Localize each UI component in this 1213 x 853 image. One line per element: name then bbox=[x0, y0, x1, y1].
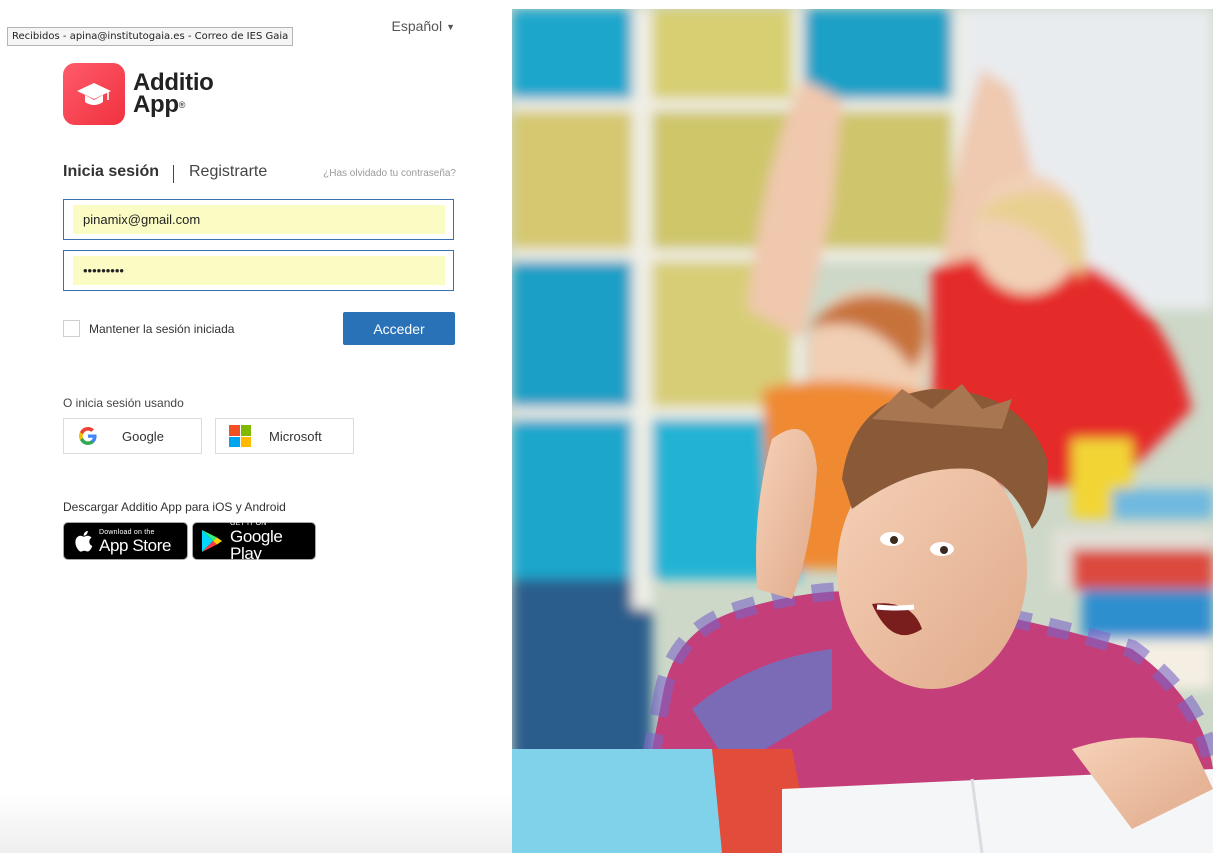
app-name-line2: App bbox=[133, 91, 179, 118]
social-login-heading: O inicia sesión usando bbox=[63, 396, 184, 410]
google-login-button[interactable]: Google bbox=[63, 418, 202, 454]
googleplay-big-text: Google Play bbox=[230, 527, 283, 563]
google-icon bbox=[76, 424, 100, 448]
download-heading: Descargar Additio App para iOS y Android bbox=[63, 500, 286, 514]
appstore-small-text: Download on the bbox=[99, 528, 155, 536]
language-selector[interactable]: Español ▼ bbox=[391, 18, 455, 34]
password-field[interactable] bbox=[73, 256, 445, 285]
remember-label: Mantener la sesión iniciada bbox=[89, 321, 235, 336]
classroom-illustration bbox=[512, 9, 1213, 853]
classroom-photo bbox=[512, 9, 1213, 853]
googleplay-small-text: GET IT ON bbox=[230, 520, 267, 527]
language-label: Español bbox=[391, 18, 443, 34]
caret-down-icon: ▼ bbox=[446, 22, 455, 32]
auth-tabs: Inicia sesión Registrarte ¿Has olvidado … bbox=[63, 163, 456, 185]
microsoft-icon bbox=[228, 424, 252, 448]
tab-register[interactable]: Registrarte bbox=[189, 163, 267, 181]
app-logo: Additio App® bbox=[63, 63, 214, 125]
email-field-wrapper bbox=[63, 199, 454, 240]
browser-tooltip: Recibidos - apina@institutogaia.es - Cor… bbox=[7, 27, 294, 46]
forgot-password-link[interactable]: ¿Has olvidado tu contraseña? bbox=[323, 168, 456, 179]
apple-icon bbox=[73, 529, 93, 553]
google-label: Google bbox=[122, 428, 164, 444]
microsoft-label: Microsoft bbox=[269, 428, 322, 444]
app-name: Additio App® bbox=[133, 71, 214, 118]
microsoft-login-button[interactable]: Microsoft bbox=[215, 418, 354, 454]
graduation-cap-icon bbox=[63, 63, 125, 125]
appstore-big-text: App Store bbox=[99, 535, 172, 555]
email-field[interactable] bbox=[73, 205, 445, 234]
registered-mark: ® bbox=[178, 100, 186, 110]
password-field-wrapper bbox=[63, 250, 454, 291]
login-button[interactable]: Acceder bbox=[343, 312, 455, 345]
remember-me: Mantener la sesión iniciada bbox=[63, 320, 234, 337]
google-play-badge[interactable]: GET IT ON Google Play bbox=[192, 520, 316, 563]
remember-checkbox[interactable] bbox=[63, 320, 80, 337]
app-store-badge[interactable]: Download on the App Store bbox=[63, 522, 188, 560]
tab-divider bbox=[173, 165, 174, 183]
tab-login[interactable]: Inicia sesión bbox=[63, 163, 159, 181]
login-panel: Recibidos - apina@institutogaia.es - Cor… bbox=[0, 0, 512, 853]
google-play-icon bbox=[201, 529, 223, 553]
